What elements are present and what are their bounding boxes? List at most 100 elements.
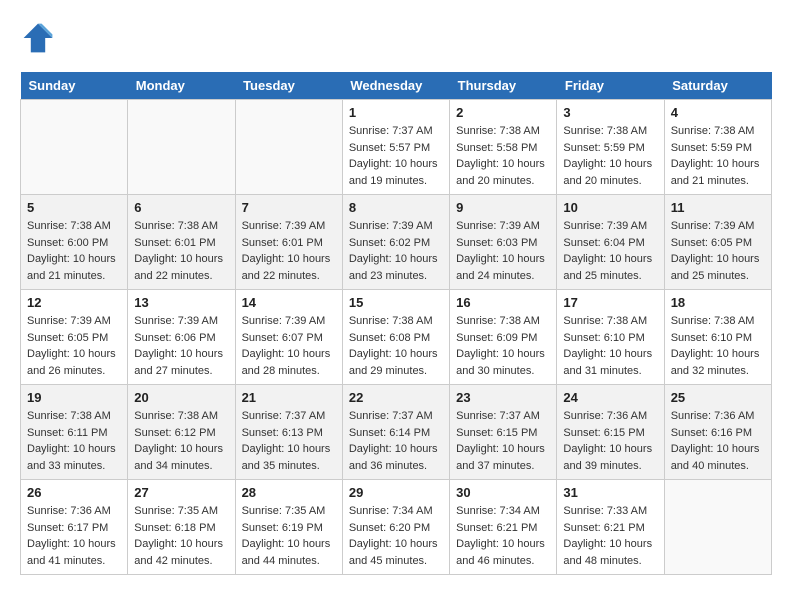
calendar-cell: 1 Sunrise: 7:37 AM Sunset: 5:57 PM Daylig…: [342, 100, 449, 195]
day-info: Sunrise: 7:34 AM Sunset: 6:20 PM Dayligh…: [349, 503, 443, 569]
day-number: 11: [671, 200, 765, 215]
calendar-cell: 13 Sunrise: 7:39 AM Sunset: 6:06 PM Dayli…: [128, 290, 235, 385]
calendar-cell: 20Sunrise: 7:38 AM Sunset: 6:12 PM Dayli…: [128, 385, 235, 480]
day-number: 4: [671, 105, 765, 120]
day-info: Sunrise: 7:39 AM Sunset: 6:01 PM Dayligh…: [242, 218, 336, 284]
day-number: 19: [27, 390, 121, 405]
day-info: Sunrise: 7:36 AM Sunset: 6:16 PM Dayligh…: [671, 408, 765, 474]
calendar-cell: 22 Sunrise: 7:37 AM Sunset: 6:14 PM Dayli…: [342, 385, 449, 480]
day-number: 12: [27, 295, 121, 310]
day-number: 8: [349, 200, 443, 215]
day-info: Sunrise: 7:35 AM Sunset: 6:18 PM Dayligh…: [134, 503, 228, 569]
day-number: 18: [671, 295, 765, 310]
calendar-cell: [664, 480, 771, 575]
day-info: Sunrise: 7:34 AM Sunset: 6:21 PM Dayligh…: [456, 503, 550, 569]
calendar-cell: 12Sunrise: 7:39 AM Sunset: 6:05 PM Dayli…: [21, 290, 128, 385]
day-info: Sunrise: 7:38 AM Sunset: 6:09 PM Dayligh…: [456, 313, 550, 379]
calendar-week-row: 5 Sunrise: 7:38 AM Sunset: 6:00 PM Daylig…: [21, 195, 772, 290]
day-number: 13: [134, 295, 228, 310]
page-header: [20, 20, 772, 56]
calendar-cell: 11 Sunrise: 7:39 AM Sunset: 6:05 PM Dayli…: [664, 195, 771, 290]
calendar-cell: 31 Sunrise: 7:33 AM Sunset: 6:21 PM Dayli…: [557, 480, 664, 575]
day-info: Sunrise: 7:38 AM Sunset: 5:59 PM Dayligh…: [563, 123, 657, 189]
day-info: Sunrise: 7:37 AM Sunset: 6:13 PM Dayligh…: [242, 408, 336, 474]
day-info: Sunrise: 7:38 AM Sunset: 6:01 PM Dayligh…: [134, 218, 228, 284]
day-info: Sunrise: 7:37 AM Sunset: 6:14 PM Dayligh…: [349, 408, 443, 474]
day-number: 1: [349, 105, 443, 120]
calendar-cell: [128, 100, 235, 195]
calendar-cell: 14 Sunrise: 7:39 AM Sunset: 6:07 PM Dayli…: [235, 290, 342, 385]
calendar-cell: 28Sunrise: 7:35 AM Sunset: 6:19 PM Dayli…: [235, 480, 342, 575]
day-info: Sunrise: 7:39 AM Sunset: 6:04 PM Dayligh…: [563, 218, 657, 284]
day-info: Sunrise: 7:39 AM Sunset: 6:06 PM Dayligh…: [134, 313, 228, 379]
day-number: 22: [349, 390, 443, 405]
day-number: 23: [456, 390, 550, 405]
day-number: 14: [242, 295, 336, 310]
day-info: Sunrise: 7:36 AM Sunset: 6:17 PM Dayligh…: [27, 503, 121, 569]
calendar-cell: 10Sunrise: 7:39 AM Sunset: 6:04 PM Dayli…: [557, 195, 664, 290]
calendar-cell: 24 Sunrise: 7:36 AM Sunset: 6:15 PM Dayli…: [557, 385, 664, 480]
calendar-cell: 21Sunrise: 7:37 AM Sunset: 6:13 PM Dayli…: [235, 385, 342, 480]
day-number: 16: [456, 295, 550, 310]
day-number: 6: [134, 200, 228, 215]
day-number: 17: [563, 295, 657, 310]
calendar-week-row: 26 Sunrise: 7:36 AM Sunset: 6:17 PM Dayli…: [21, 480, 772, 575]
calendar-cell: 6 Sunrise: 7:38 AM Sunset: 6:01 PM Daylig…: [128, 195, 235, 290]
day-info: Sunrise: 7:38 AM Sunset: 5:58 PM Dayligh…: [456, 123, 550, 189]
day-info: Sunrise: 7:33 AM Sunset: 6:21 PM Dayligh…: [563, 503, 657, 569]
day-number: 29: [349, 485, 443, 500]
calendar-cell: 26 Sunrise: 7:36 AM Sunset: 6:17 PM Dayli…: [21, 480, 128, 575]
weekday-header-monday: Monday: [128, 72, 235, 100]
weekday-header-sunday: Sunday: [21, 72, 128, 100]
calendar-cell: 7 Sunrise: 7:39 AM Sunset: 6:01 PM Daylig…: [235, 195, 342, 290]
weekday-header-thursday: Thursday: [450, 72, 557, 100]
day-info: Sunrise: 7:36 AM Sunset: 6:15 PM Dayligh…: [563, 408, 657, 474]
calendar-table: SundayMondayTuesdayWednesdayThursdayFrid…: [20, 72, 772, 575]
day-number: 31: [563, 485, 657, 500]
weekday-header-tuesday: Tuesday: [235, 72, 342, 100]
calendar-cell: [21, 100, 128, 195]
day-info: Sunrise: 7:39 AM Sunset: 6:07 PM Dayligh…: [242, 313, 336, 379]
calendar-cell: 3Sunrise: 7:38 AM Sunset: 5:59 PM Daylig…: [557, 100, 664, 195]
day-info: Sunrise: 7:38 AM Sunset: 5:59 PM Dayligh…: [671, 123, 765, 189]
calendar-cell: 5 Sunrise: 7:38 AM Sunset: 6:00 PM Daylig…: [21, 195, 128, 290]
day-number: 2: [456, 105, 550, 120]
calendar-week-row: 1 Sunrise: 7:37 AM Sunset: 5:57 PM Daylig…: [21, 100, 772, 195]
weekday-header-wednesday: Wednesday: [342, 72, 449, 100]
day-info: Sunrise: 7:37 AM Sunset: 5:57 PM Dayligh…: [349, 123, 443, 189]
day-number: 9: [456, 200, 550, 215]
calendar-week-row: 19 Sunrise: 7:38 AM Sunset: 6:11 PM Dayli…: [21, 385, 772, 480]
day-number: 24: [563, 390, 657, 405]
day-number: 7: [242, 200, 336, 215]
weekday-header-saturday: Saturday: [664, 72, 771, 100]
day-number: 25: [671, 390, 765, 405]
calendar-cell: 18Sunrise: 7:38 AM Sunset: 6:10 PM Dayli…: [664, 290, 771, 385]
calendar-cell: [235, 100, 342, 195]
calendar-cell: 9 Sunrise: 7:39 AM Sunset: 6:03 PM Daylig…: [450, 195, 557, 290]
logo: [20, 20, 62, 56]
day-number: 5: [27, 200, 121, 215]
day-info: Sunrise: 7:39 AM Sunset: 6:02 PM Dayligh…: [349, 218, 443, 284]
day-number: 26: [27, 485, 121, 500]
day-info: Sunrise: 7:38 AM Sunset: 6:11 PM Dayligh…: [27, 408, 121, 474]
weekday-header-row: SundayMondayTuesdayWednesdayThursdayFrid…: [21, 72, 772, 100]
day-number: 30: [456, 485, 550, 500]
day-info: Sunrise: 7:38 AM Sunset: 6:08 PM Dayligh…: [349, 313, 443, 379]
day-info: Sunrise: 7:38 AM Sunset: 6:12 PM Dayligh…: [134, 408, 228, 474]
day-info: Sunrise: 7:38 AM Sunset: 6:00 PM Dayligh…: [27, 218, 121, 284]
calendar-cell: 29 Sunrise: 7:34 AM Sunset: 6:20 PM Dayli…: [342, 480, 449, 575]
calendar-cell: 25 Sunrise: 7:36 AM Sunset: 6:16 PM Dayli…: [664, 385, 771, 480]
calendar-cell: 23Sunrise: 7:37 AM Sunset: 6:15 PM Dayli…: [450, 385, 557, 480]
day-info: Sunrise: 7:39 AM Sunset: 6:03 PM Dayligh…: [456, 218, 550, 284]
calendar-cell: 17Sunrise: 7:38 AM Sunset: 6:10 PM Dayli…: [557, 290, 664, 385]
day-info: Sunrise: 7:39 AM Sunset: 6:05 PM Dayligh…: [671, 218, 765, 284]
calendar-cell: 4 Sunrise: 7:38 AM Sunset: 5:59 PM Daylig…: [664, 100, 771, 195]
calendar-cell: 19 Sunrise: 7:38 AM Sunset: 6:11 PM Dayli…: [21, 385, 128, 480]
logo-icon: [20, 20, 56, 56]
day-info: Sunrise: 7:35 AM Sunset: 6:19 PM Dayligh…: [242, 503, 336, 569]
calendar-cell: 30 Sunrise: 7:34 AM Sunset: 6:21 PM Dayli…: [450, 480, 557, 575]
day-number: 27: [134, 485, 228, 500]
calendar-cell: 15Sunrise: 7:38 AM Sunset: 6:08 PM Dayli…: [342, 290, 449, 385]
calendar-cell: 8 Sunrise: 7:39 AM Sunset: 6:02 PM Daylig…: [342, 195, 449, 290]
calendar-week-row: 12Sunrise: 7:39 AM Sunset: 6:05 PM Dayli…: [21, 290, 772, 385]
